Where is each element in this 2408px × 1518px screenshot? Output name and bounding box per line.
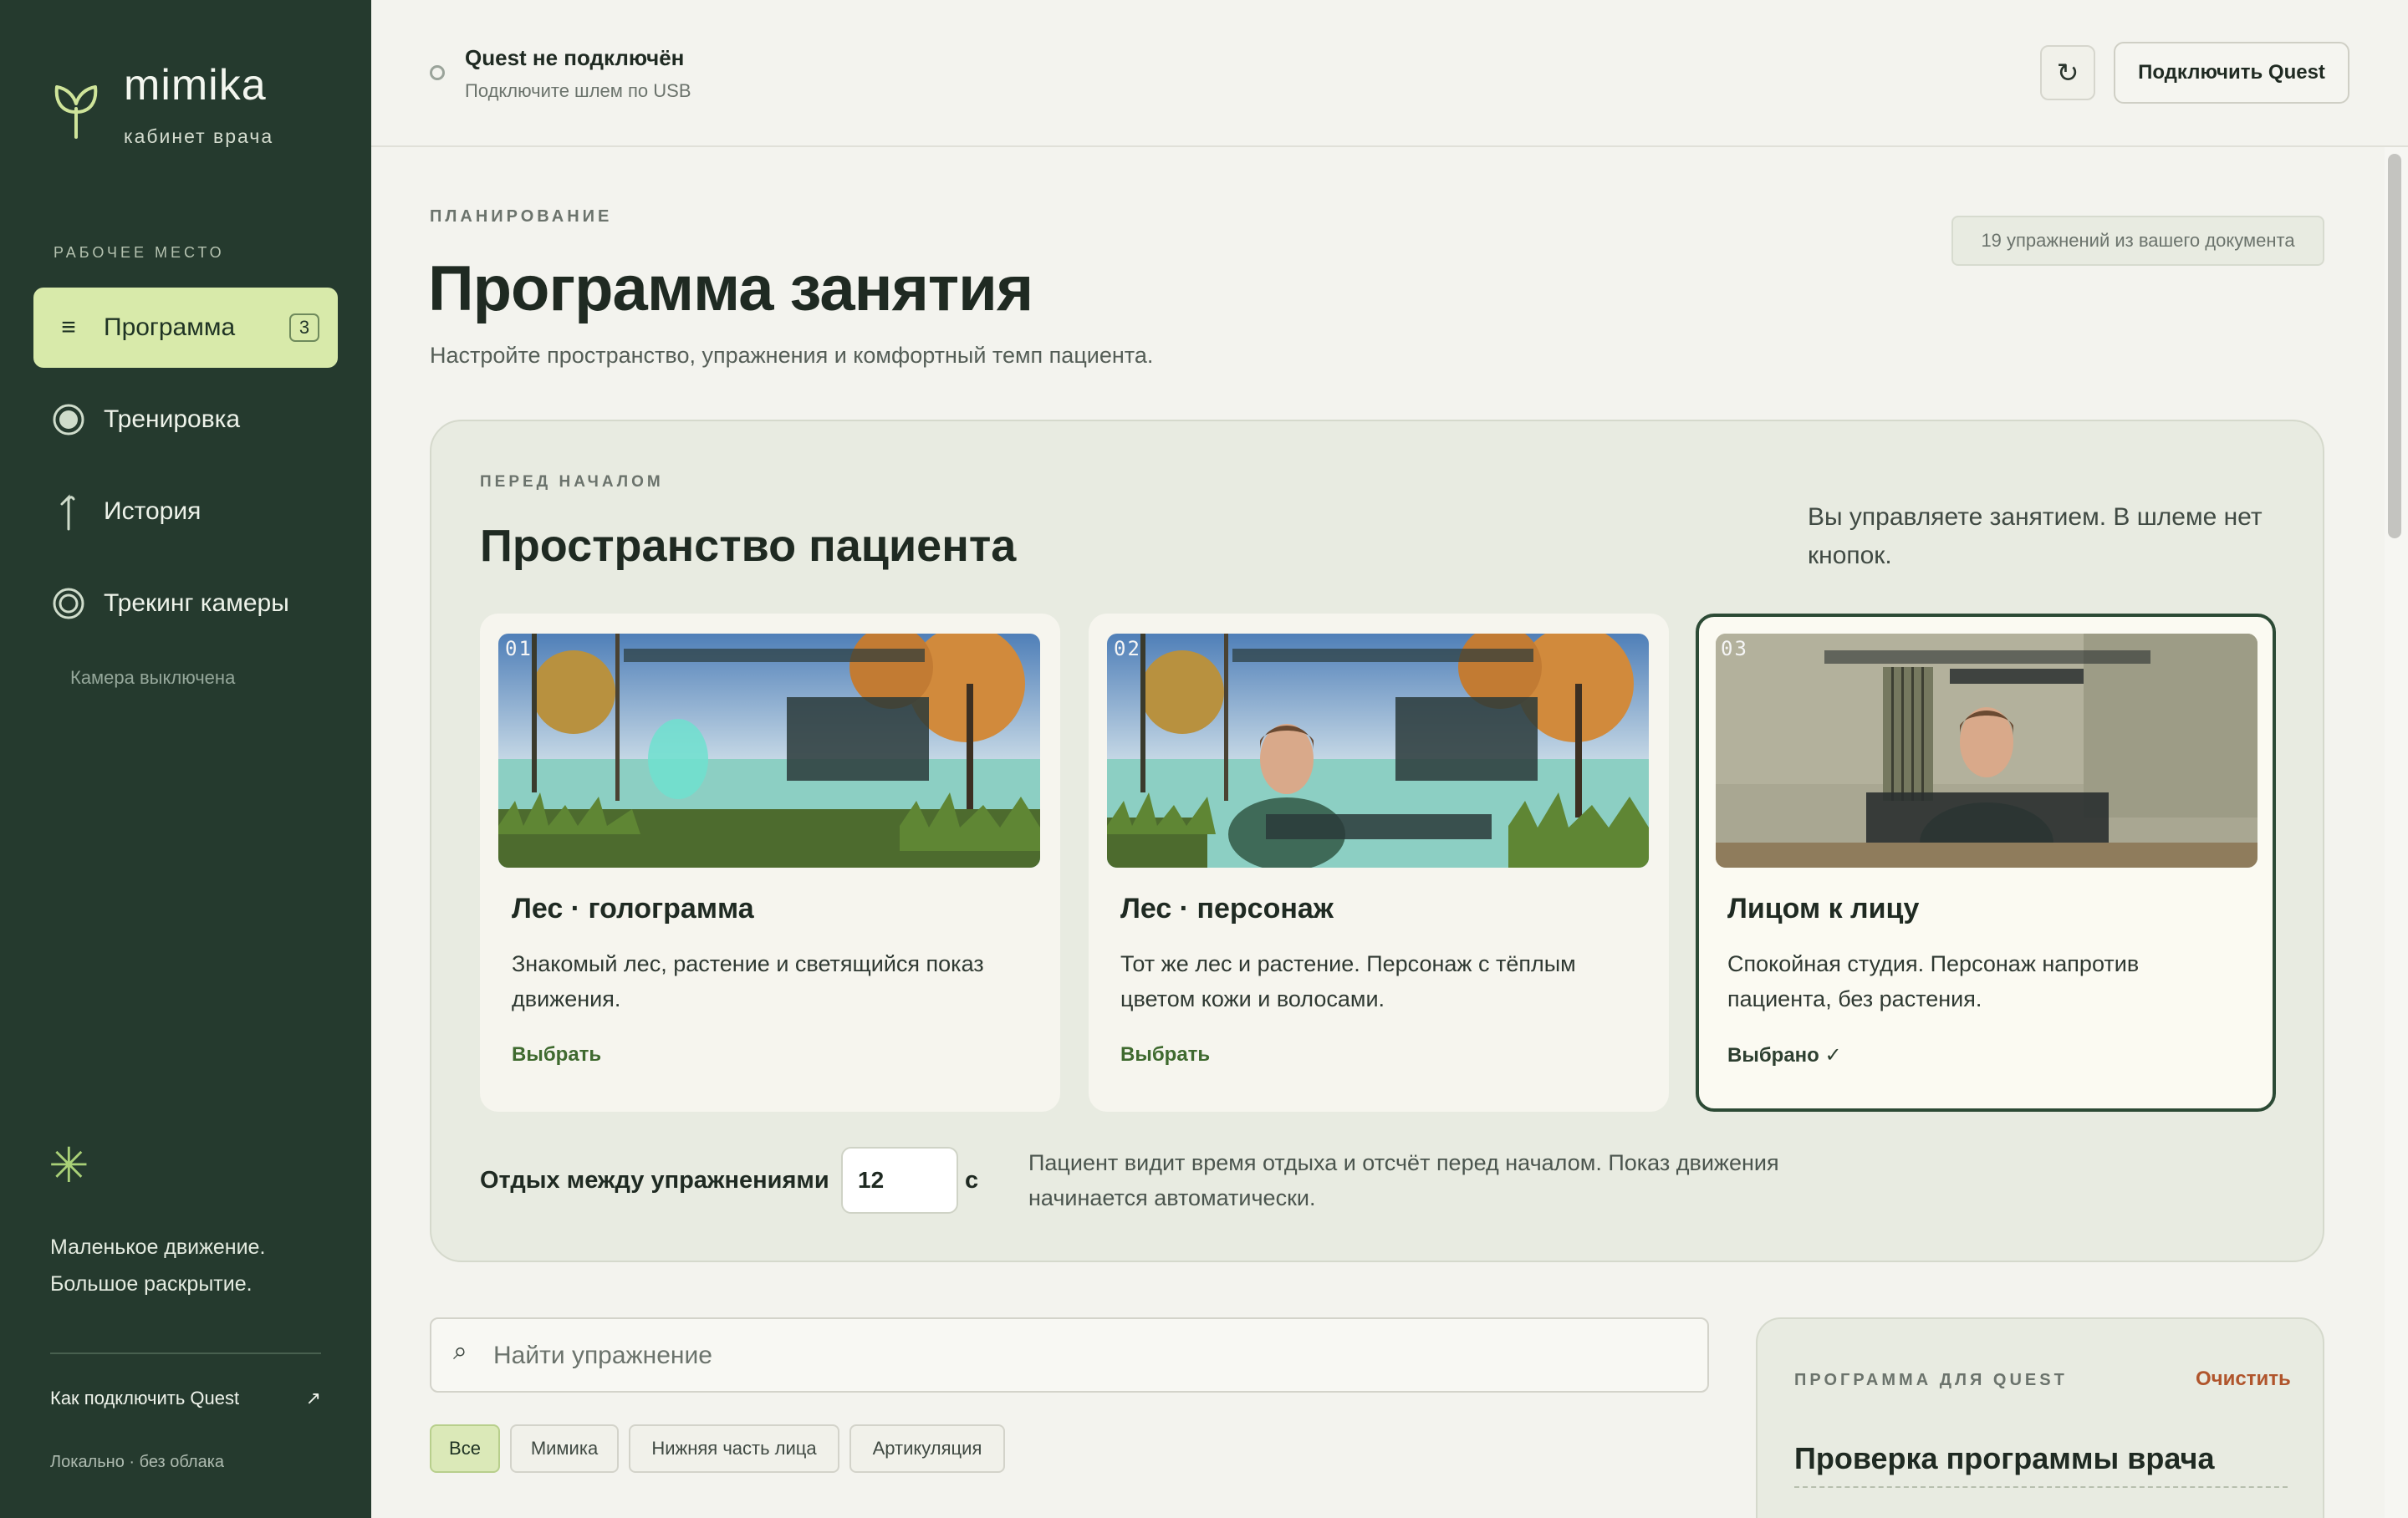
workspace-label: РАБОЧЕЕ МЕСТО bbox=[54, 244, 225, 261]
divider bbox=[1794, 1486, 2288, 1488]
slogan: Маленькое движение. Большое раскрытие. bbox=[50, 1229, 265, 1302]
space-card-face-to-face[interactable]: 03 Лицом к лицу Спокойная студия. Персон… bbox=[1696, 614, 2276, 1112]
exercise-search[interactable]: ⌕ bbox=[430, 1317, 1709, 1393]
card-title: Лес · персонаж bbox=[1120, 893, 1334, 925]
scene-preview-image bbox=[498, 634, 1040, 868]
sidebar: mimika кабинет врача РАБОЧЕЕ МЕСТО ≡ Про… bbox=[0, 0, 371, 1518]
patient-space-panel: ПЕРЕД НАЧАЛОМ Пространство пациента Вы у… bbox=[430, 420, 2324, 1262]
clear-button[interactable]: Очистить bbox=[2196, 1368, 2291, 1391]
slogan-line: Маленькое движение. bbox=[50, 1235, 266, 1259]
sidebar-item-training[interactable]: Тренировка bbox=[33, 380, 338, 460]
select-button[interactable]: Выбрать bbox=[512, 1043, 601, 1067]
filter-chip-lower-face[interactable]: Нижняя часть лица bbox=[629, 1424, 839, 1473]
history-icon bbox=[33, 492, 104, 531]
filter-chip-mimicry[interactable]: Мимика bbox=[510, 1424, 619, 1473]
rest-unit: с bbox=[965, 1167, 979, 1194]
help-link[interactable]: Как подключить Quest ↗ bbox=[50, 1388, 321, 1409]
panel-eyebrow: ПЕРЕД НАЧАЛОМ bbox=[480, 473, 664, 491]
brand-subtitle: кабинет врача bbox=[124, 125, 274, 147]
page-eyebrow: ПЛАНИРОВАНИЕ bbox=[430, 207, 613, 226]
card-description: Спокойная студия. Персонаж напротив паци… bbox=[1727, 951, 2140, 1011]
sidebar-item-label: Трекинг камеры bbox=[104, 589, 289, 617]
search-icon: ⌕ bbox=[453, 1337, 467, 1365]
connection-status-subtitle: Подключите шлем по USB bbox=[465, 80, 691, 101]
rest-seconds-input[interactable] bbox=[841, 1147, 958, 1214]
space-card-forest-hologram[interactable]: 01 Лес · голограмма Знакомый лес, растен… bbox=[480, 614, 1060, 1112]
connection-status-title: Quest не подключён bbox=[465, 45, 685, 70]
refresh-icon: ↻ bbox=[2056, 58, 2079, 88]
external-arrow-icon: ↗ bbox=[305, 1388, 321, 1408]
target-circle-icon bbox=[33, 403, 104, 436]
panel-note: Вы управляете занятием. В шлеме нет кноп… bbox=[1808, 503, 2263, 569]
search-input[interactable] bbox=[493, 1332, 1664, 1379]
scene-preview-image bbox=[1716, 634, 2258, 868]
footer-note: Локально · без облака bbox=[50, 1453, 225, 1471]
sidebar-item-label: История bbox=[104, 497, 202, 525]
brand-name: mimika bbox=[124, 61, 267, 110]
sidebar-item-history[interactable]: История bbox=[33, 471, 338, 552]
document-exercises-badge: 19 упражнений из вашего документа bbox=[1951, 216, 2324, 266]
quest-program-title[interactable]: Проверка программы врача bbox=[1794, 1441, 2214, 1476]
select-button[interactable]: Выбрать bbox=[1120, 1043, 1210, 1067]
rest-note: Пациент видит время отдыха и отсчёт пере… bbox=[1028, 1150, 1779, 1210]
refresh-button[interactable]: ↻ bbox=[2040, 45, 2095, 100]
card-number: 01 bbox=[505, 637, 533, 660]
card-title: Лес · голограмма bbox=[512, 893, 754, 925]
card-number: 02 bbox=[1114, 637, 1141, 660]
card-description: Тот же лес и растение. Персонаж с тёплым… bbox=[1120, 951, 1576, 1011]
leaf-logo-icon bbox=[54, 85, 98, 139]
card-description: Знакомый лес, растение и светящийся пока… bbox=[512, 951, 984, 1011]
quest-program-panel: ПРОГРАММА ДЛЯ QUEST Очистить Проверка пр… bbox=[1756, 1317, 2324, 1518]
filter-chip-all[interactable]: Все bbox=[430, 1424, 500, 1473]
page-subtitle: Настройте пространство, упражнения и ком… bbox=[430, 343, 1154, 368]
page-title: Программа занятия bbox=[428, 253, 1033, 324]
rest-label: Отдых между упражнениями bbox=[480, 1167, 829, 1194]
divider bbox=[50, 1352, 321, 1354]
selected-indicator[interactable]: Выбрано ✓ bbox=[1727, 1043, 1842, 1067]
status-dot-icon bbox=[430, 65, 445, 80]
quest-program-eyebrow: ПРОГРАММА ДЛЯ QUEST bbox=[1794, 1371, 2068, 1389]
top-bar: Quest не подключён Подключите шлем по US… bbox=[371, 0, 2408, 147]
panel-title: Пространство пациента bbox=[480, 521, 1017, 571]
scrollbar-thumb[interactable] bbox=[2388, 154, 2401, 538]
brand: mimika кабинет врача bbox=[50, 60, 273, 148]
card-number: 03 bbox=[1721, 637, 1748, 660]
list-icon: ≡ bbox=[61, 313, 76, 341]
camera-ring-icon bbox=[33, 587, 104, 620]
camera-status: Камера выключена bbox=[70, 667, 236, 688]
count-badge: 3 bbox=[289, 313, 319, 342]
card-title: Лицом к лицу bbox=[1727, 893, 1920, 925]
sidebar-item-camera-tracking[interactable]: Трекинг камеры bbox=[33, 563, 338, 644]
slogan-line: Большое раскрытие. bbox=[50, 1272, 253, 1296]
filter-chip-articulation[interactable]: Артикуляция bbox=[849, 1424, 1005, 1473]
connect-quest-button[interactable]: Подключить Quest bbox=[2114, 42, 2349, 104]
sidebar-item-label: Тренировка bbox=[104, 405, 241, 433]
sidebar-item-label: Программа bbox=[104, 313, 236, 341]
space-card-forest-character[interactable]: 02 Лес · персонаж Тот же лес и растение.… bbox=[1089, 614, 1669, 1112]
sparkle-icon: ✳ bbox=[48, 1138, 89, 1193]
help-link-label: Как подключить Quest bbox=[50, 1388, 240, 1408]
scene-preview-image bbox=[1107, 634, 1649, 868]
sidebar-item-program[interactable]: ≡ Программа 3 bbox=[33, 288, 338, 368]
